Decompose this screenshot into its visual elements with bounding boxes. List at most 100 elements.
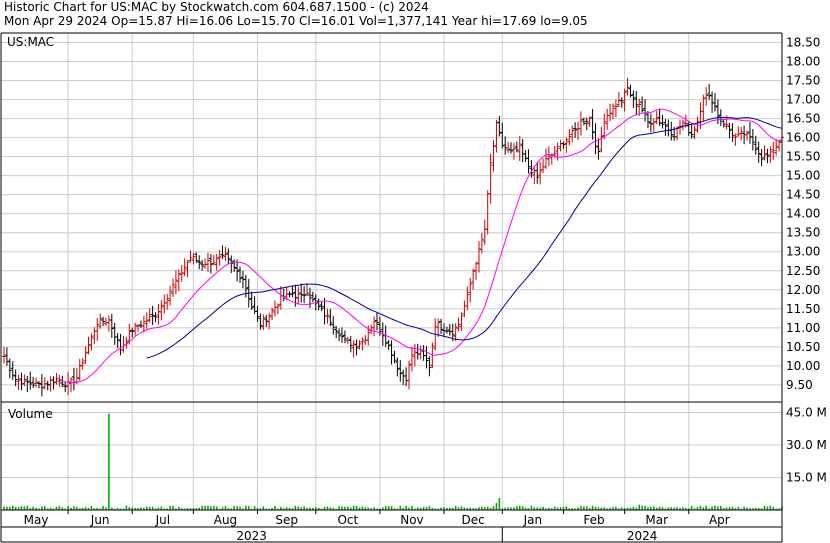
- month-label: Oct: [337, 513, 358, 527]
- price-bar: [348, 336, 353, 353]
- price-bar: [570, 125, 575, 143]
- price-bar: [147, 308, 152, 323]
- price-bar: [610, 103, 615, 120]
- price-bar: [441, 323, 446, 338]
- stock-chart: US:MAC Volume 18.50 18.00 17.50 17.00 16.50 16.…: [0, 32, 827, 543]
- price-bar: [727, 122, 732, 139]
- price-tick-label: 12.00: [786, 283, 820, 297]
- price-bar: [590, 108, 595, 140]
- price-bar: [762, 145, 767, 161]
- price-bar: [328, 308, 333, 327]
- price-bar: [223, 246, 228, 262]
- price-bar: [561, 141, 566, 150]
- price-bar: [418, 345, 423, 360]
- price-bar: [264, 315, 269, 328]
- price-bar: [270, 307, 275, 321]
- ma-long-line: [146, 116, 783, 359]
- price-bar: [162, 294, 167, 314]
- price-bar: [509, 142, 514, 154]
- price-bar: [593, 123, 598, 155]
- volume-bars: [3, 413, 783, 510]
- price-bar: [182, 258, 187, 277]
- price-bar: [401, 369, 406, 386]
- price-bar: [476, 241, 481, 273]
- price-bar: [479, 232, 484, 254]
- price-bar: [232, 259, 237, 272]
- price-bar: [112, 322, 117, 345]
- price-bar: [634, 91, 639, 115]
- price-bar: [651, 118, 656, 132]
- month-label: Dec: [462, 513, 485, 527]
- price-tick-label: 14.50: [786, 188, 820, 202]
- price-bar: [605, 108, 610, 130]
- volume-tick-label: 15.0 M: [786, 471, 827, 485]
- price-bar: [194, 252, 199, 263]
- price-bar: [680, 119, 685, 131]
- price-bar: [165, 293, 170, 310]
- price-bar: [756, 141, 761, 163]
- price-bar: [191, 253, 196, 265]
- price-bar: [98, 313, 103, 329]
- price-bar: [130, 327, 135, 338]
- price-bar: [28, 371, 33, 390]
- price-tick-label: 10.50: [786, 340, 820, 354]
- price-bar: [389, 340, 394, 365]
- price-tick-label: 13.50: [786, 226, 820, 240]
- month-label: Apr: [709, 513, 730, 527]
- axis-labels: US:MAC Volume 18.50 18.00 17.50 17.00 16.50 16.…: [7, 35, 827, 543]
- price-bar: [133, 322, 138, 336]
- price-bar: [564, 137, 569, 153]
- price-bar: [83, 346, 88, 364]
- price-tick-label: 11.50: [786, 302, 820, 316]
- price-bar: [299, 283, 304, 303]
- month-label: Feb: [583, 513, 604, 527]
- price-bar: [63, 381, 68, 393]
- price-bar: [354, 339, 359, 356]
- price-bar: [663, 118, 668, 136]
- price-bar: [485, 190, 490, 235]
- price-bar: [765, 148, 770, 164]
- price-bar: [188, 250, 193, 263]
- price-bar: [200, 259, 205, 271]
- price-bar: [310, 291, 315, 303]
- price-bar: [325, 308, 330, 324]
- price-bar: [89, 333, 94, 351]
- price-bar: [156, 303, 161, 325]
- price-bar: [471, 268, 476, 290]
- price-bar: [424, 345, 429, 369]
- price-tick-label: 16.00: [786, 131, 820, 145]
- price-bar: [439, 318, 444, 334]
- price-bar: [666, 119, 671, 137]
- price-bar: [217, 250, 222, 266]
- price-bar: [13, 369, 18, 387]
- price-bar: [153, 312, 158, 323]
- month-label: Mar: [645, 513, 668, 527]
- price-tick-label: 13.00: [786, 245, 820, 259]
- price-bar: [31, 376, 36, 388]
- price-bar: [628, 84, 633, 98]
- price-bar: [768, 146, 773, 163]
- price-tick-label: 16.50: [786, 112, 820, 126]
- price-bar: [159, 300, 164, 321]
- price-tick-label: 10.00: [786, 359, 820, 373]
- price-bar: [19, 372, 24, 391]
- price-tick-label: 18.50: [786, 36, 820, 50]
- price-bar: [80, 357, 85, 370]
- price-bar: [197, 255, 202, 270]
- price-bar: [168, 285, 173, 306]
- ma-short-line: [59, 108, 783, 384]
- price-bar: [503, 136, 508, 155]
- price-bar: [523, 150, 528, 162]
- price-bar: [753, 135, 758, 155]
- year-label: 2023: [236, 529, 267, 543]
- month-label: Nov: [400, 513, 423, 527]
- price-bar: [771, 141, 776, 160]
- price-bar: [730, 123, 735, 142]
- price-bar: [398, 359, 403, 382]
- price-bar: [710, 91, 715, 113]
- price-bar: [409, 346, 414, 372]
- price-bar: [538, 161, 543, 185]
- moving-averages: [59, 108, 783, 384]
- price-bar: [736, 126, 741, 137]
- price-bar: [526, 149, 531, 174]
